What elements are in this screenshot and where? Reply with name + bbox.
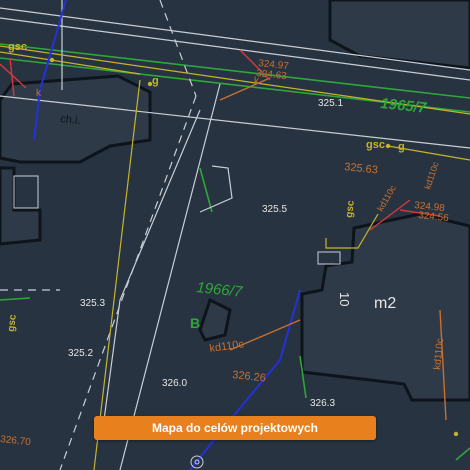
elevation-325-1: 325.1 — [318, 98, 343, 109]
gas-label-left: gsc — [6, 314, 19, 333]
building-center-left — [198, 297, 232, 342]
elevation-326-70: 326.70 — [0, 434, 32, 448]
sewer-label-kd110c: kd110c — [209, 338, 245, 355]
elevation-326-26: 326.26 — [232, 369, 267, 384]
sewer-label-kd-diag: kd110c — [375, 183, 398, 213]
elevation-325-63: 325.63 — [344, 161, 379, 176]
gas-label-g-right: g — [398, 141, 405, 153]
building-lower-left — [0, 166, 42, 246]
sewer-label-kd-right-top: kd110c — [422, 160, 440, 191]
elevation-326-0: 326.0 — [162, 378, 187, 389]
map-viewer[interactable]: 1965/7 1966/7 B m2 ch.i. 10 gsc gsc gsc … — [0, 0, 470, 470]
gas-label-g-top: g — [152, 75, 159, 87]
parcel-label-1966: 1966/7 — [196, 279, 244, 301]
gas-label-top-left: gsc — [8, 41, 27, 53]
map-canvas[interactable]: 1965/7 1966/7 B m2 ch.i. 10 gsc gsc gsc … — [0, 0, 470, 470]
parcel-label-1965: 1965/7 — [380, 95, 428, 117]
gas-label-mid: gsc — [366, 139, 385, 151]
building-top-right — [328, 0, 470, 70]
elevation-325-2: 325.2 — [68, 348, 93, 359]
storeys-label: 10 — [337, 292, 352, 306]
parcel-letter-b: B — [190, 315, 200, 331]
building-label-ch: ch.i. — [60, 113, 81, 127]
design-map-banner[interactable]: Mapa do celów projektowych — [94, 416, 376, 440]
elevation-326-3: 326.3 — [310, 398, 335, 409]
elevation-325-5: 325.5 — [262, 204, 287, 215]
building-label-m2: m2 — [374, 295, 396, 312]
elevation-324-63: 324.63 — [256, 68, 288, 82]
elevation-325-3: 325.3 — [80, 298, 105, 309]
gas-label-vertical: gsc — [344, 200, 357, 219]
